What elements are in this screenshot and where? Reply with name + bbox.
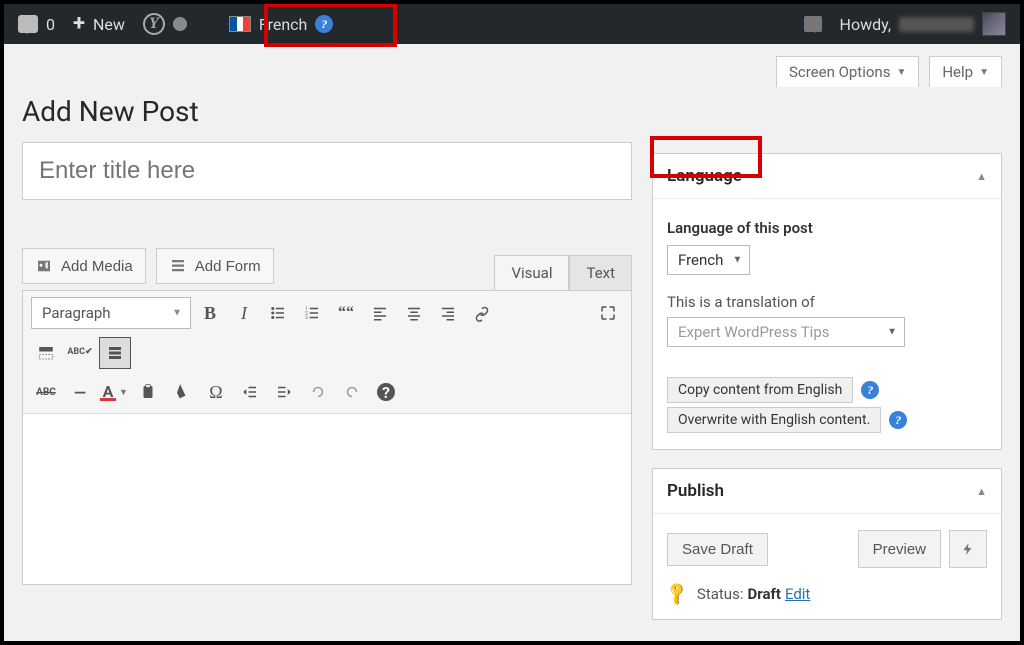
align-center-button[interactable] (399, 298, 429, 328)
editor: Visual Text Paragraph B I 123 ““ (22, 290, 632, 585)
admin-language-label: French (259, 15, 307, 34)
speech-bubble-icon (18, 15, 38, 33)
help-icon[interactable]: ? (889, 411, 907, 429)
editor-content-area[interactable] (23, 414, 631, 584)
help-tab[interactable]: Help ▼ (929, 56, 1002, 87)
blockquote-button[interactable]: ““ (331, 298, 361, 328)
copy-content-button[interactable]: Copy content from English (667, 377, 853, 403)
username-redacted (899, 17, 974, 32)
france-flag-icon (229, 16, 251, 32)
numbered-list-button[interactable]: 123 (297, 298, 327, 328)
toolbar-toggle-button[interactable] (99, 337, 131, 369)
publish-box-header[interactable]: Publish ▲ (653, 469, 1001, 514)
caret-down-icon: ▼ (119, 387, 128, 398)
status-edit-link[interactable]: Edit (785, 585, 810, 603)
translation-of-select[interactable]: Expert WordPress Tips (667, 317, 905, 347)
help-icon[interactable]: ? (861, 381, 879, 399)
clear-formatting-button[interactable] (167, 377, 197, 407)
text-color-underline-icon (100, 398, 116, 401)
language-select-value: French (678, 251, 723, 269)
tab-visual[interactable]: Visual (494, 255, 569, 290)
abc-label: ABC (67, 348, 85, 358)
camera-music-icon (35, 257, 53, 275)
admin-bar: 0 + New Y French ? Howdy, (4, 4, 1020, 44)
bold-button[interactable]: B (195, 298, 225, 328)
keyboard-help-button[interactable]: ? (371, 377, 401, 407)
insert-read-more-button[interactable] (31, 338, 61, 368)
indent-button[interactable] (269, 377, 299, 407)
caret-down-icon: ▼ (896, 67, 906, 78)
caret-up-icon: ▲ (976, 485, 987, 498)
publish-postbox: Publish ▲ Save Draft Preview (652, 468, 1002, 620)
caret-down-icon: ▼ (979, 67, 989, 78)
caret-up-icon: ▲ (976, 170, 987, 183)
special-char-button[interactable]: Ω (201, 377, 231, 407)
translation-of-label: This is a translation of (667, 293, 987, 311)
undo-button[interactable] (303, 377, 333, 407)
post-title-input[interactable] (22, 142, 632, 200)
add-form-button[interactable]: Add Form (156, 248, 274, 284)
bulleted-list-button[interactable] (263, 298, 293, 328)
admin-account[interactable]: Howdy, (840, 12, 1006, 36)
page-title: Add New Post (22, 95, 632, 128)
preview-button[interactable]: Preview (858, 530, 941, 568)
publish-box-title: Publish (667, 481, 724, 501)
strikethrough-button[interactable]: ABC (31, 377, 61, 407)
language-box-header[interactable]: Language ▲ (653, 154, 1001, 199)
status-value: Draft (747, 585, 780, 603)
status-line: 🔑 Status: Draft Edit (667, 584, 987, 603)
admin-comments[interactable]: 0 (18, 15, 55, 34)
add-media-label: Add Media (61, 258, 133, 275)
language-select[interactable]: French (667, 245, 750, 275)
add-media-button[interactable]: Add Media (22, 248, 146, 284)
admin-new[interactable]: + New (73, 13, 125, 35)
status-dot-icon (173, 17, 187, 31)
text-color-button[interactable]: A ▼ (99, 377, 129, 407)
status-label: Status: (697, 585, 744, 603)
fullscreen-button[interactable] (593, 298, 623, 328)
align-left-button[interactable] (365, 298, 395, 328)
outdent-button[interactable] (235, 377, 265, 407)
screen-options-tab[interactable]: Screen Options ▼ (776, 56, 919, 87)
admin-yoast[interactable]: Y (143, 13, 187, 35)
save-draft-button[interactable]: Save Draft (667, 533, 768, 566)
align-right-button[interactable] (433, 298, 463, 328)
screen-options-label: Screen Options (789, 63, 891, 81)
avatar-icon (982, 12, 1006, 36)
language-field-label: Language of this post (667, 219, 987, 237)
new-label: New (93, 15, 125, 34)
tab-text[interactable]: Text (569, 255, 632, 290)
contextual-tabs: Screen Options ▼ Help ▼ (4, 44, 1020, 87)
horizontal-rule-button[interactable]: — (65, 377, 95, 407)
plus-icon: + (73, 13, 85, 35)
redo-button[interactable] (337, 377, 367, 407)
help-icon[interactable]: ? (315, 15, 333, 33)
paste-button[interactable] (133, 377, 163, 407)
overwrite-content-button[interactable]: Overwrite with English content. (667, 407, 881, 433)
comments-count: 0 (46, 15, 55, 34)
key-icon: 🔑 (663, 580, 691, 608)
link-button[interactable] (467, 298, 497, 328)
svg-text:3: 3 (305, 315, 308, 321)
admin-language-switch[interactable]: French ? (229, 15, 333, 34)
italic-button[interactable]: I (229, 298, 259, 328)
editor-toolbar: Paragraph B I 123 ““ (23, 291, 631, 414)
preview-changes-button[interactable] (949, 530, 987, 568)
help-tab-label: Help (942, 63, 973, 81)
spellcheck-button[interactable]: ABC✔ (65, 338, 95, 368)
add-form-label: Add Form (195, 258, 261, 275)
paragraph-select-label: Paragraph (42, 304, 111, 322)
yoast-icon: Y (143, 13, 165, 35)
form-icon (169, 257, 187, 275)
language-box-title: Language (667, 166, 742, 186)
howdy-label: Howdy, (840, 15, 891, 34)
paragraph-select[interactable]: Paragraph (31, 297, 191, 329)
translation-of-value: Expert WordPress Tips (678, 323, 830, 341)
chat-icon[interactable] (804, 16, 822, 32)
bolt-icon (961, 540, 975, 558)
language-postbox: Language ▲ Language of this post French … (652, 153, 1002, 450)
